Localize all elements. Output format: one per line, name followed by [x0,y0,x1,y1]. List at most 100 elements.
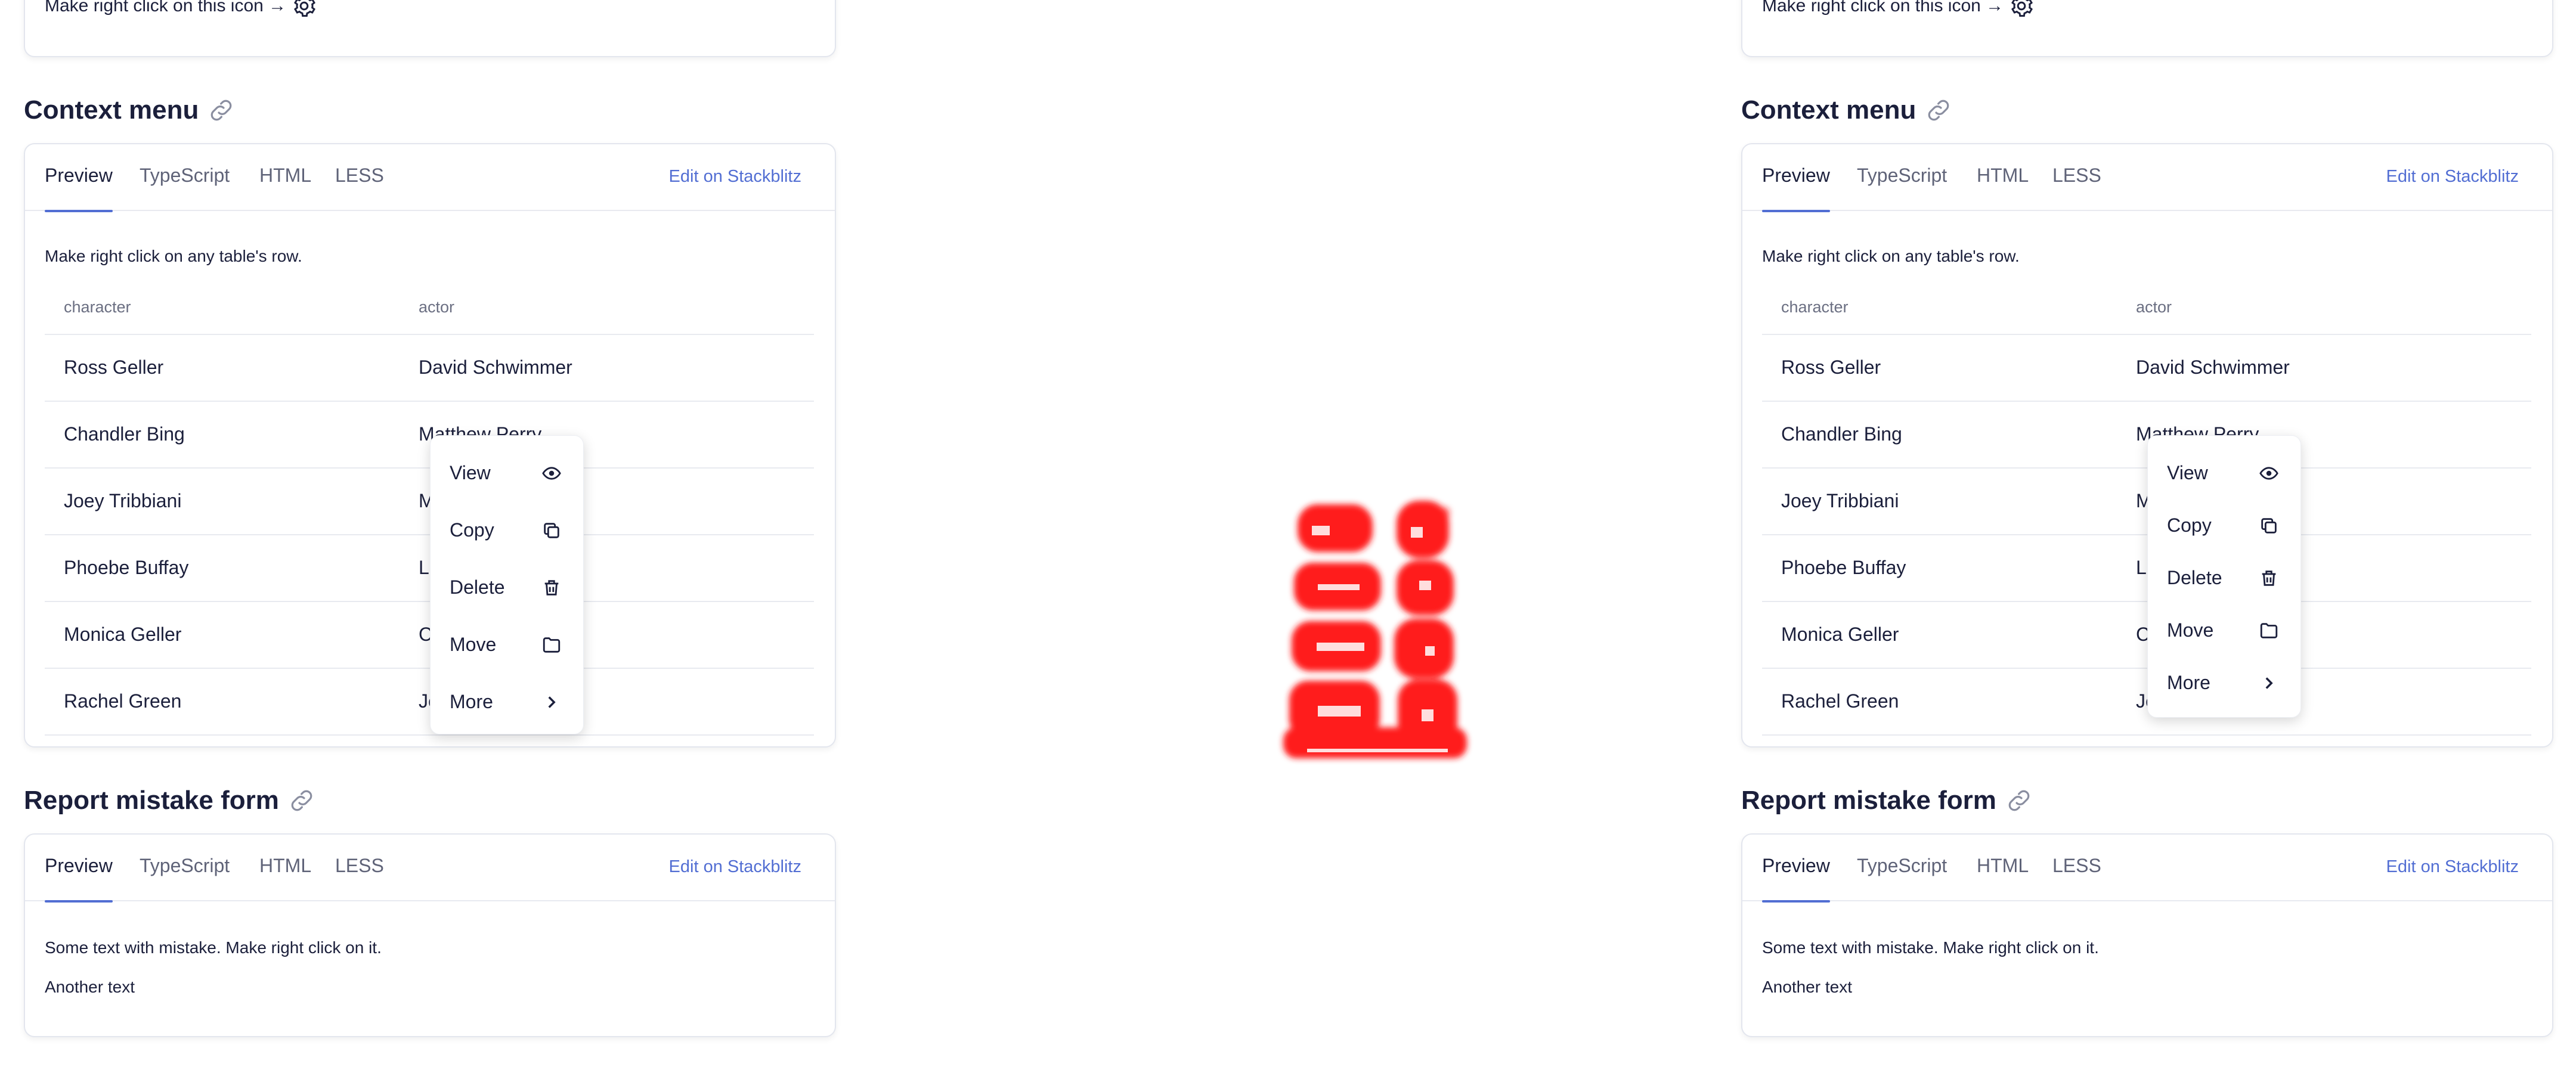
link-icon[interactable] [207,96,236,125]
edit-on-stackblitz-link[interactable]: Edit on Stackblitz [2386,857,2519,877]
another-text[interactable]: Another text [45,978,135,997]
tab-preview[interactable]: Preview [1762,165,1830,212]
red-blurred-graphic [1283,501,1467,758]
cell-character: Monica Geller [64,624,182,645]
menu-item-copy[interactable]: Copy [2148,501,2301,549]
tab-bar: Preview TypeScript HTML LESS Edit on Sta… [25,144,835,212]
tab-typescript[interactable]: TypeScript [140,855,230,877]
another-text[interactable]: Another text [1762,978,1852,997]
chevron-right-icon [2265,677,2273,689]
table-row[interactable]: Joey Tribbiani M [45,469,814,535]
table-row[interactable]: Joey Tribbiani M [1762,469,2531,535]
table-row[interactable]: Monica Geller C [45,602,814,669]
cell-character: Joey Tribbiani [1781,490,1899,511]
menu-item-more[interactable]: More [431,678,583,725]
table-row[interactable]: Chandler Bing Matthew Perry [45,402,814,469]
copy-icon [2261,518,2277,534]
table-row[interactable]: Rachel Green Je [1762,669,2531,736]
cell-character: Joey Tribbiani [64,490,182,511]
trash-icon [2262,570,2276,586]
context-menu-heading: Context menu [1741,95,1953,125]
tab-typescript[interactable]: TypeScript [140,165,230,187]
table-row[interactable]: Chandler Bing Matthew Perry [1762,402,2531,469]
gear-icon[interactable] [292,0,316,18]
copy-icon [544,523,559,538]
edit-on-stackblitz-link[interactable]: Edit on Stackblitz [2386,167,2519,187]
tab-bar: Preview TypeScript HTML LESS Edit on Sta… [1742,835,2552,903]
tab-bar: Preview TypeScript HTML LESS Edit on Sta… [1742,144,2552,212]
edit-on-stackblitz-link[interactable]: Edit on Stackblitz [669,857,801,877]
folder-icon [2260,623,2278,638]
trash-icon [544,580,559,596]
table-row[interactable]: Ross Geller David Schwimmer [45,335,814,402]
cell-character: Phoebe Buffay [1781,557,1906,578]
table-row[interactable]: Rachel Green Je [45,669,814,736]
column-header-character: character [1781,298,1849,316]
tab-preview[interactable]: Preview [45,165,113,212]
cell-character: Rachel Green [1781,690,1899,712]
tab-typescript[interactable]: TypeScript [1857,855,1947,877]
menu-item-delete[interactable]: Delete [431,563,583,611]
table-row[interactable]: Phoebe Buffay Li [1762,535,2531,602]
column-header-actor: actor [2136,298,2172,316]
right-panel: Make right click on this icon → Context … [1741,0,2576,1073]
table-description: Make right click on any table's row. [1762,247,2020,265]
tab-bar: Preview TypeScript HTML LESS Edit on Sta… [25,835,835,903]
context-menu-heading: Context menu [24,95,236,125]
table-header: character actor [45,291,814,335]
link-icon[interactable] [1924,96,1953,125]
menu-item-view[interactable]: View [431,449,583,497]
table-header: character actor [1762,291,2531,335]
menu-item-view[interactable]: View [2148,449,2301,497]
link-icon[interactable] [2005,786,2033,815]
tab-less[interactable]: LESS [335,855,384,877]
top-card: Make right click on this icon → [24,0,836,57]
report-mistake-card: Preview TypeScript HTML LESS Edit on Sta… [24,833,836,1037]
column-header-character: character [64,298,131,316]
characters-table: character actor Ross Geller David Schwimm… [1762,291,2531,736]
table-row[interactable]: Ross Geller David Schwimmer [1762,335,2531,402]
menu-item-move[interactable]: Move [431,621,583,668]
tab-preview[interactable]: Preview [45,855,113,903]
column-header-actor: actor [419,298,455,316]
link-icon[interactable] [287,786,316,815]
tab-html[interactable]: HTML [1977,855,2029,877]
mistake-text[interactable]: Some text with mistake. Make right click… [45,938,382,957]
eye-icon [2259,467,2278,480]
tab-less[interactable]: LESS [335,165,384,187]
menu-item-copy[interactable]: Copy [431,506,583,554]
tab-typescript[interactable]: TypeScript [1857,165,1947,187]
table-row[interactable]: Phoebe Buffay Li [45,535,814,602]
report-mistake-card: Preview TypeScript HTML LESS Edit on Sta… [1741,833,2553,1037]
table-row[interactable]: Monica Geller C [1762,602,2531,669]
cell-character: Chandler Bing [1781,423,1902,445]
tab-html[interactable]: HTML [1977,165,2029,187]
right-click-hint: Make right click on this icon → [45,0,316,18]
mistake-text[interactable]: Some text with mistake. Make right click… [1762,938,2099,957]
edit-on-stackblitz-link[interactable]: Edit on Stackblitz [669,167,801,187]
right-click-hint: Make right click on this icon → [1762,0,2033,18]
tab-html[interactable]: HTML [259,855,311,877]
tab-less[interactable]: LESS [2052,855,2101,877]
menu-item-delete[interactable]: Delete [2148,554,2301,601]
cell-character: Chandler Bing [64,423,185,445]
folder-icon [543,637,561,653]
tab-preview[interactable]: Preview [1762,855,1830,903]
menu-item-move[interactable]: Move [2148,606,2301,654]
tab-less[interactable]: LESS [2052,165,2101,187]
cell-character: Ross Geller [64,356,164,378]
context-menu-popup: View Copy Delete Move More [2147,435,2301,718]
report-mistake-heading: Report mistake form [1741,786,2033,815]
context-menu-popup: View Copy Delete Move More [430,435,584,734]
table-description: Make right click on any table's row. [45,247,302,265]
tab-html[interactable]: HTML [259,165,311,187]
top-card: Make right click on this icon → [1741,0,2553,57]
eye-icon [542,467,561,480]
cell-character: Rachel Green [64,690,182,712]
cell-actor: David Schwimmer [2136,356,2290,378]
cell-character: Phoebe Buffay [64,557,189,578]
gear-icon[interactable] [2010,0,2033,18]
menu-item-more[interactable]: More [2148,659,2301,706]
cell-character: Ross Geller [1781,356,1881,378]
left-panel: Make right click on this icon → Context … [24,0,859,1073]
